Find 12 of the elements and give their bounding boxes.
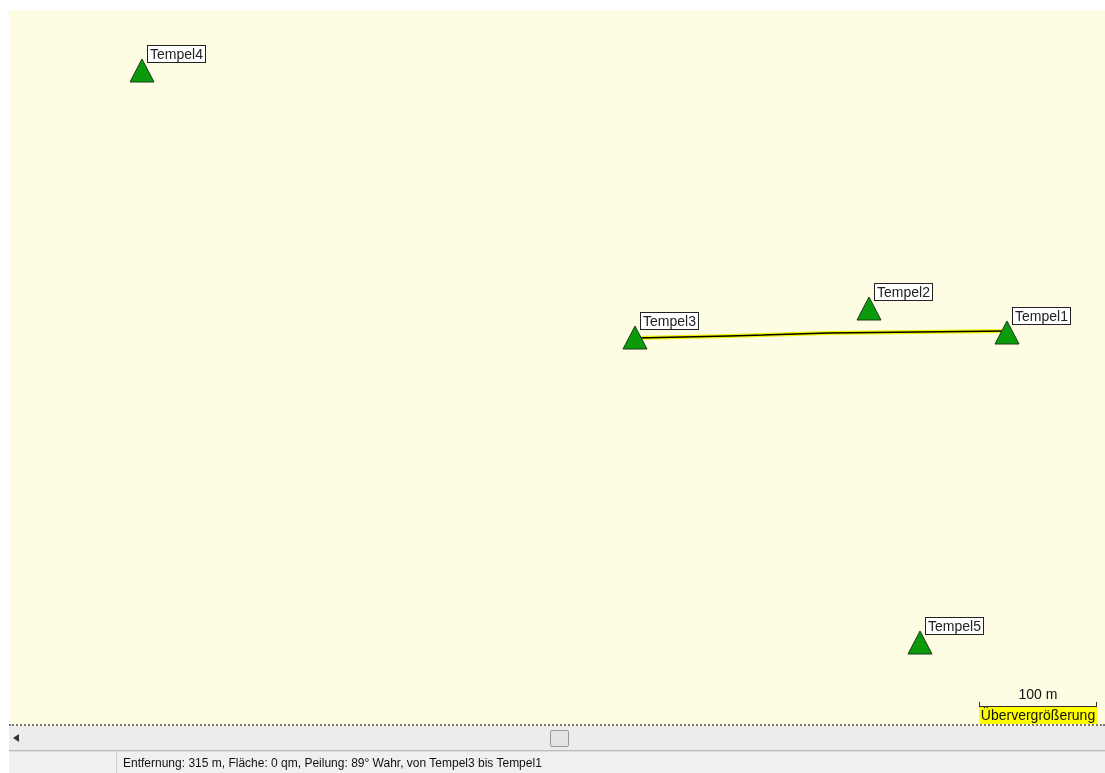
horizontal-scrollbar[interactable]	[9, 726, 1105, 751]
waypoint-label: Tempel5	[925, 617, 984, 635]
map-canvas[interactable]: Tempel4 Tempel2 Tempel3 Tempel1 Tempel5 100 m Übervergrößerung	[9, 10, 1105, 726]
zoom-warning: Übervergrößerung	[978, 707, 1098, 724]
scroll-left-icon[interactable]	[13, 734, 19, 742]
waypoint-label: Tempel3	[640, 312, 699, 330]
waypoint-label: Tempel4	[147, 45, 206, 63]
scale-distance: 100 m	[1018, 686, 1058, 702]
waypoint-label: Tempel2	[874, 283, 933, 301]
waypoint-label: Tempel1	[1012, 307, 1071, 325]
scroll-thumb[interactable]	[550, 730, 569, 747]
status-text: Entfernung: 315 m, Fläche: 0 qm, Peilung: 89° Wahr, von Tempel3 bis Tempel1	[122, 755, 542, 770]
